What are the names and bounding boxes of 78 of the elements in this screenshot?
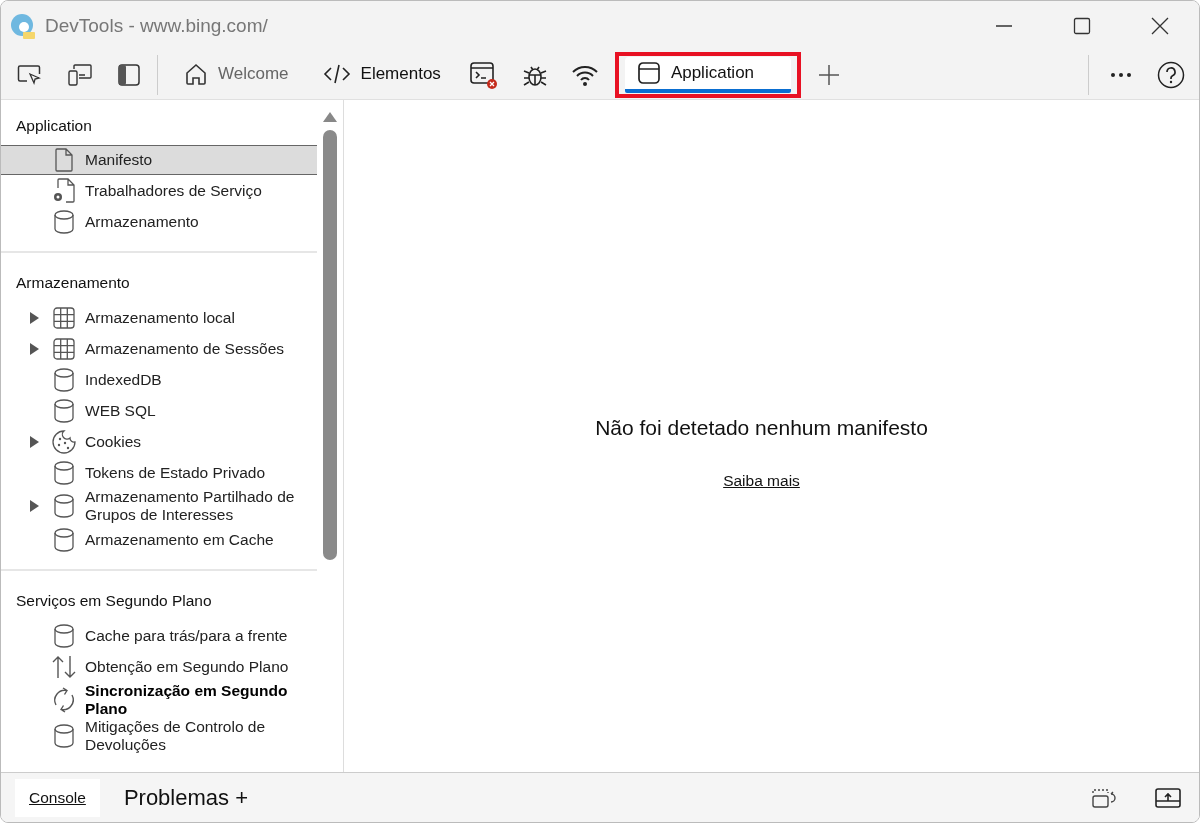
tree-item-label: Armazenamento em Cache	[84, 530, 274, 549]
tree-item-label: Armazenamento Partilhado de Grupos de Interesses	[84, 488, 296, 524]
tree-item-label: WEB SQL	[84, 401, 156, 420]
tree-item-label: Armazenamento local	[84, 308, 235, 327]
tree-item-label: Obtenção em Segundo Plano	[84, 657, 289, 676]
tree-item-label: Armazenamento de Sessões	[84, 339, 285, 358]
tree-item[interactable]: Armazenamento Partilhado de Grupos de Interesses	[1, 488, 317, 524]
tree-item-label: Sincronização em Segundo Plano	[84, 682, 289, 718]
table-icon	[53, 306, 75, 329]
tree-item-label: Armazenamento	[84, 212, 199, 231]
tree-item[interactable]: Cookies	[1, 426, 317, 457]
tree-item[interactable]: Tokens de Estado Privado	[1, 457, 317, 488]
tree-item[interactable]: Armazenamento local	[1, 302, 317, 333]
expand-arrow-icon[interactable]	[30, 500, 39, 512]
tree-item[interactable]: Mitigações de Controlo de Devoluções	[1, 718, 317, 754]
tree-item[interactable]: IndexedDB	[1, 364, 317, 395]
section-heading: Armazenamento	[15, 273, 131, 293]
drawer-tab[interactable]: Problemas +	[111, 778, 260, 817]
tree-item-label: IndexedDB	[84, 370, 162, 389]
panel-tab[interactable]: Application	[624, 57, 791, 93]
database-icon	[54, 527, 74, 552]
tree-item[interactable]: WEB SQL	[1, 395, 317, 426]
database-icon	[54, 209, 74, 234]
scroll-up-icon[interactable]	[323, 112, 337, 122]
database-icon	[54, 367, 74, 392]
database-icon	[54, 494, 74, 518]
database-icon	[54, 724, 74, 748]
expand-arrow-icon[interactable]	[30, 311, 39, 324]
add-tab-icon[interactable]	[816, 63, 841, 87]
wifi-icon[interactable]	[570, 63, 599, 87]
drawer-tab[interactable]: Console	[15, 778, 100, 817]
panel-tab[interactable]: Elementos	[310, 57, 453, 93]
tree-item[interactable]: Sincronização em Segundo Plano	[1, 682, 317, 718]
tree-item-label: Manifesto	[84, 151, 153, 169]
learn-more-link[interactable]: Saiba mais	[723, 472, 800, 490]
expand-drawer-icon[interactable]	[1155, 787, 1181, 808]
home-icon	[184, 61, 208, 86]
panel-tab[interactable]: Welcome	[172, 57, 301, 93]
maximize-icon[interactable]	[1073, 17, 1091, 35]
tree-item[interactable]: Cache para trás/para a frente	[1, 620, 317, 651]
tree-item[interactable]: Manifesto	[1, 145, 317, 175]
database-icon	[54, 460, 74, 485]
close-icon[interactable]	[1151, 17, 1169, 35]
up-down-arrows-icon	[51, 654, 77, 679]
empty-message: Não foi detetado nenhum manifesto	[595, 416, 928, 440]
console-icon[interactable]	[468, 60, 499, 90]
inspect-icon[interactable]	[17, 64, 43, 86]
document-icon	[55, 148, 73, 172]
tree-item-label: Mitigações de Controlo de Devoluções	[84, 718, 267, 754]
tree-item-label: Trabalhadores de Serviço	[84, 181, 262, 200]
window-title: DevTools - www.bing.com/	[45, 15, 268, 37]
expand-arrow-icon[interactable]	[30, 342, 39, 355]
more-icon[interactable]	[1109, 71, 1133, 79]
scrollbar-thumb[interactable]	[323, 130, 337, 560]
dock-icon[interactable]	[117, 63, 141, 87]
help-icon[interactable]	[1157, 61, 1185, 89]
dock-rotate-icon[interactable]	[1091, 786, 1117, 809]
section-heading: Application	[15, 116, 93, 136]
tree-item[interactable]: Armazenamento de Sessões	[1, 333, 317, 364]
table-icon	[53, 337, 75, 360]
document-gear-icon	[52, 177, 76, 204]
expand-arrow-icon[interactable]	[30, 435, 39, 448]
database-icon	[54, 398, 74, 423]
tree-item-label: Cookies	[84, 432, 141, 451]
sync-icon	[51, 687, 77, 713]
cookie-icon	[52, 429, 76, 454]
tree-item-label: Cache para trás/para a frente	[84, 626, 288, 645]
tree-item-label: Tokens de Estado Privado	[84, 463, 266, 482]
tree-item[interactable]: Trabalhadores de Serviço	[1, 175, 317, 206]
tree-item[interactable]: Armazenamento	[1, 206, 317, 237]
tree-item[interactable]: Armazenamento em Cache	[1, 524, 317, 555]
device-icon[interactable]	[67, 63, 93, 87]
window-icon	[636, 61, 661, 85]
tree-item[interactable]: Obtenção em Segundo Plano	[1, 651, 317, 682]
database-icon	[54, 623, 74, 648]
section-heading: Serviços em Segundo Plano	[15, 591, 213, 611]
app-logo-icon	[9, 12, 37, 40]
code-icon	[322, 62, 351, 85]
